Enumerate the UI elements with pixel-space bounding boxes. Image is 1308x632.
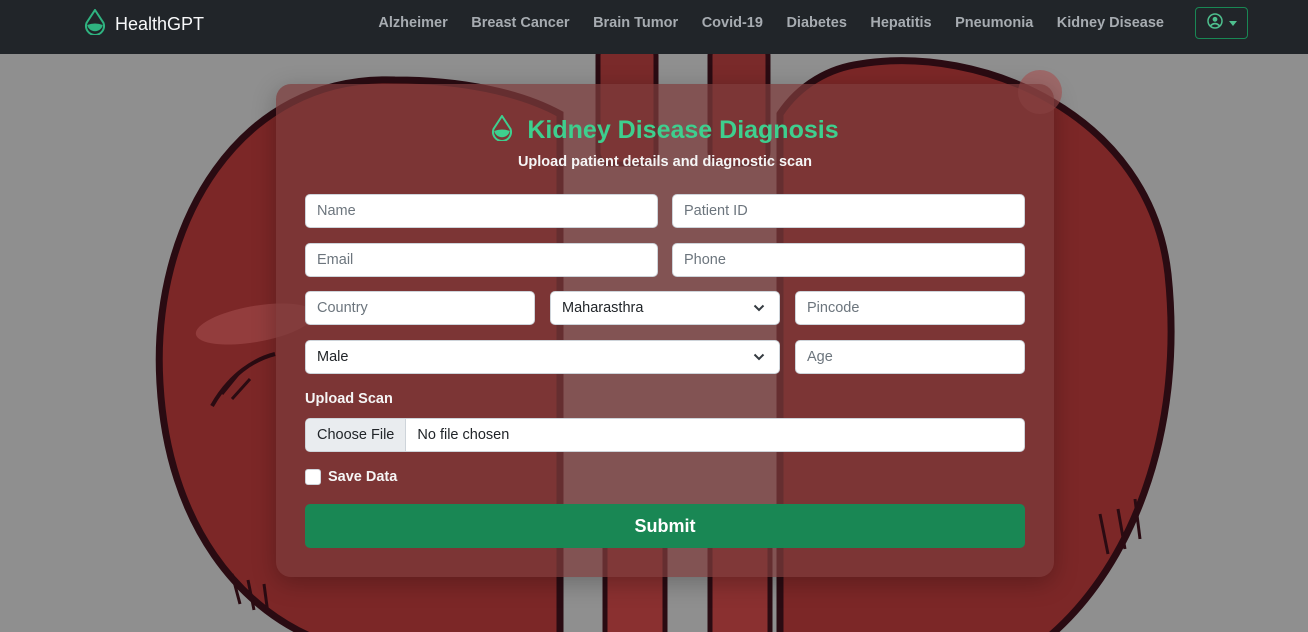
gender-select-value: Male (317, 349, 349, 365)
upload-scan-label: Upload Scan (305, 391, 393, 407)
caret-down-icon (1228, 21, 1237, 26)
phone-input[interactable] (672, 243, 1025, 277)
brand[interactable]: HealthGPT (84, 7, 205, 40)
email-input[interactable] (305, 243, 658, 277)
nav-link-brain-tumor[interactable]: Brain Tumor (593, 15, 678, 31)
submit-button[interactable]: Submit (305, 504, 1025, 548)
gender-select[interactable]: Male (305, 340, 780, 374)
nav-links: Alzheimer Breast Cancer Brain Tumor Covi… (355, 0, 1164, 46)
nav-link-alzheimer[interactable]: Alzheimer (378, 15, 447, 31)
save-data-row: Save Data (305, 469, 397, 485)
country-input[interactable] (305, 291, 535, 325)
form-title: Kidney Disease Diagnosis (276, 113, 1054, 146)
pincode-input[interactable] (795, 291, 1025, 325)
patient-id-input[interactable] (672, 194, 1025, 228)
brand-name: HealthGPT (115, 13, 205, 34)
navbar: HealthGPT Alzheimer Breast Cancer Brain … (0, 0, 1308, 54)
nav-link-kidney-disease[interactable]: Kidney Disease (1057, 15, 1164, 31)
name-input[interactable] (305, 194, 658, 228)
nav-link-pneumonia[interactable]: Pneumonia (955, 15, 1033, 31)
chevron-down-icon (753, 353, 765, 361)
droplet-icon (84, 7, 106, 40)
chevron-down-icon (753, 304, 765, 312)
file-status-text: No file chosen (417, 427, 510, 443)
user-circle-icon (1206, 12, 1223, 34)
nav-link-diabetes[interactable]: Diabetes (786, 15, 846, 31)
state-select-value: Maharasthra (562, 300, 644, 316)
droplet-icon (491, 113, 513, 146)
user-menu-button[interactable] (1195, 7, 1248, 39)
save-data-label: Save Data (328, 469, 398, 485)
diagnosis-form-card: Kidney Disease Diagnosis Upload patient … (276, 84, 1054, 577)
form-subtitle: Upload patient details and diagnostic sc… (517, 154, 813, 170)
nav-link-hepatitis[interactable]: Hepatitis (870, 15, 931, 31)
choose-file-button[interactable]: Choose File (306, 419, 407, 451)
scan-file-input[interactable]: Choose File No file chosen (305, 418, 1025, 452)
form-title-text: Kidney Disease Diagnosis (527, 115, 839, 144)
age-input[interactable] (795, 340, 1025, 374)
state-select[interactable]: Maharasthra (550, 291, 780, 325)
nav-link-breast-cancer[interactable]: Breast Cancer (471, 15, 569, 31)
nav-link-covid-19[interactable]: Covid-19 (702, 15, 763, 31)
save-data-checkbox[interactable] (305, 469, 321, 485)
